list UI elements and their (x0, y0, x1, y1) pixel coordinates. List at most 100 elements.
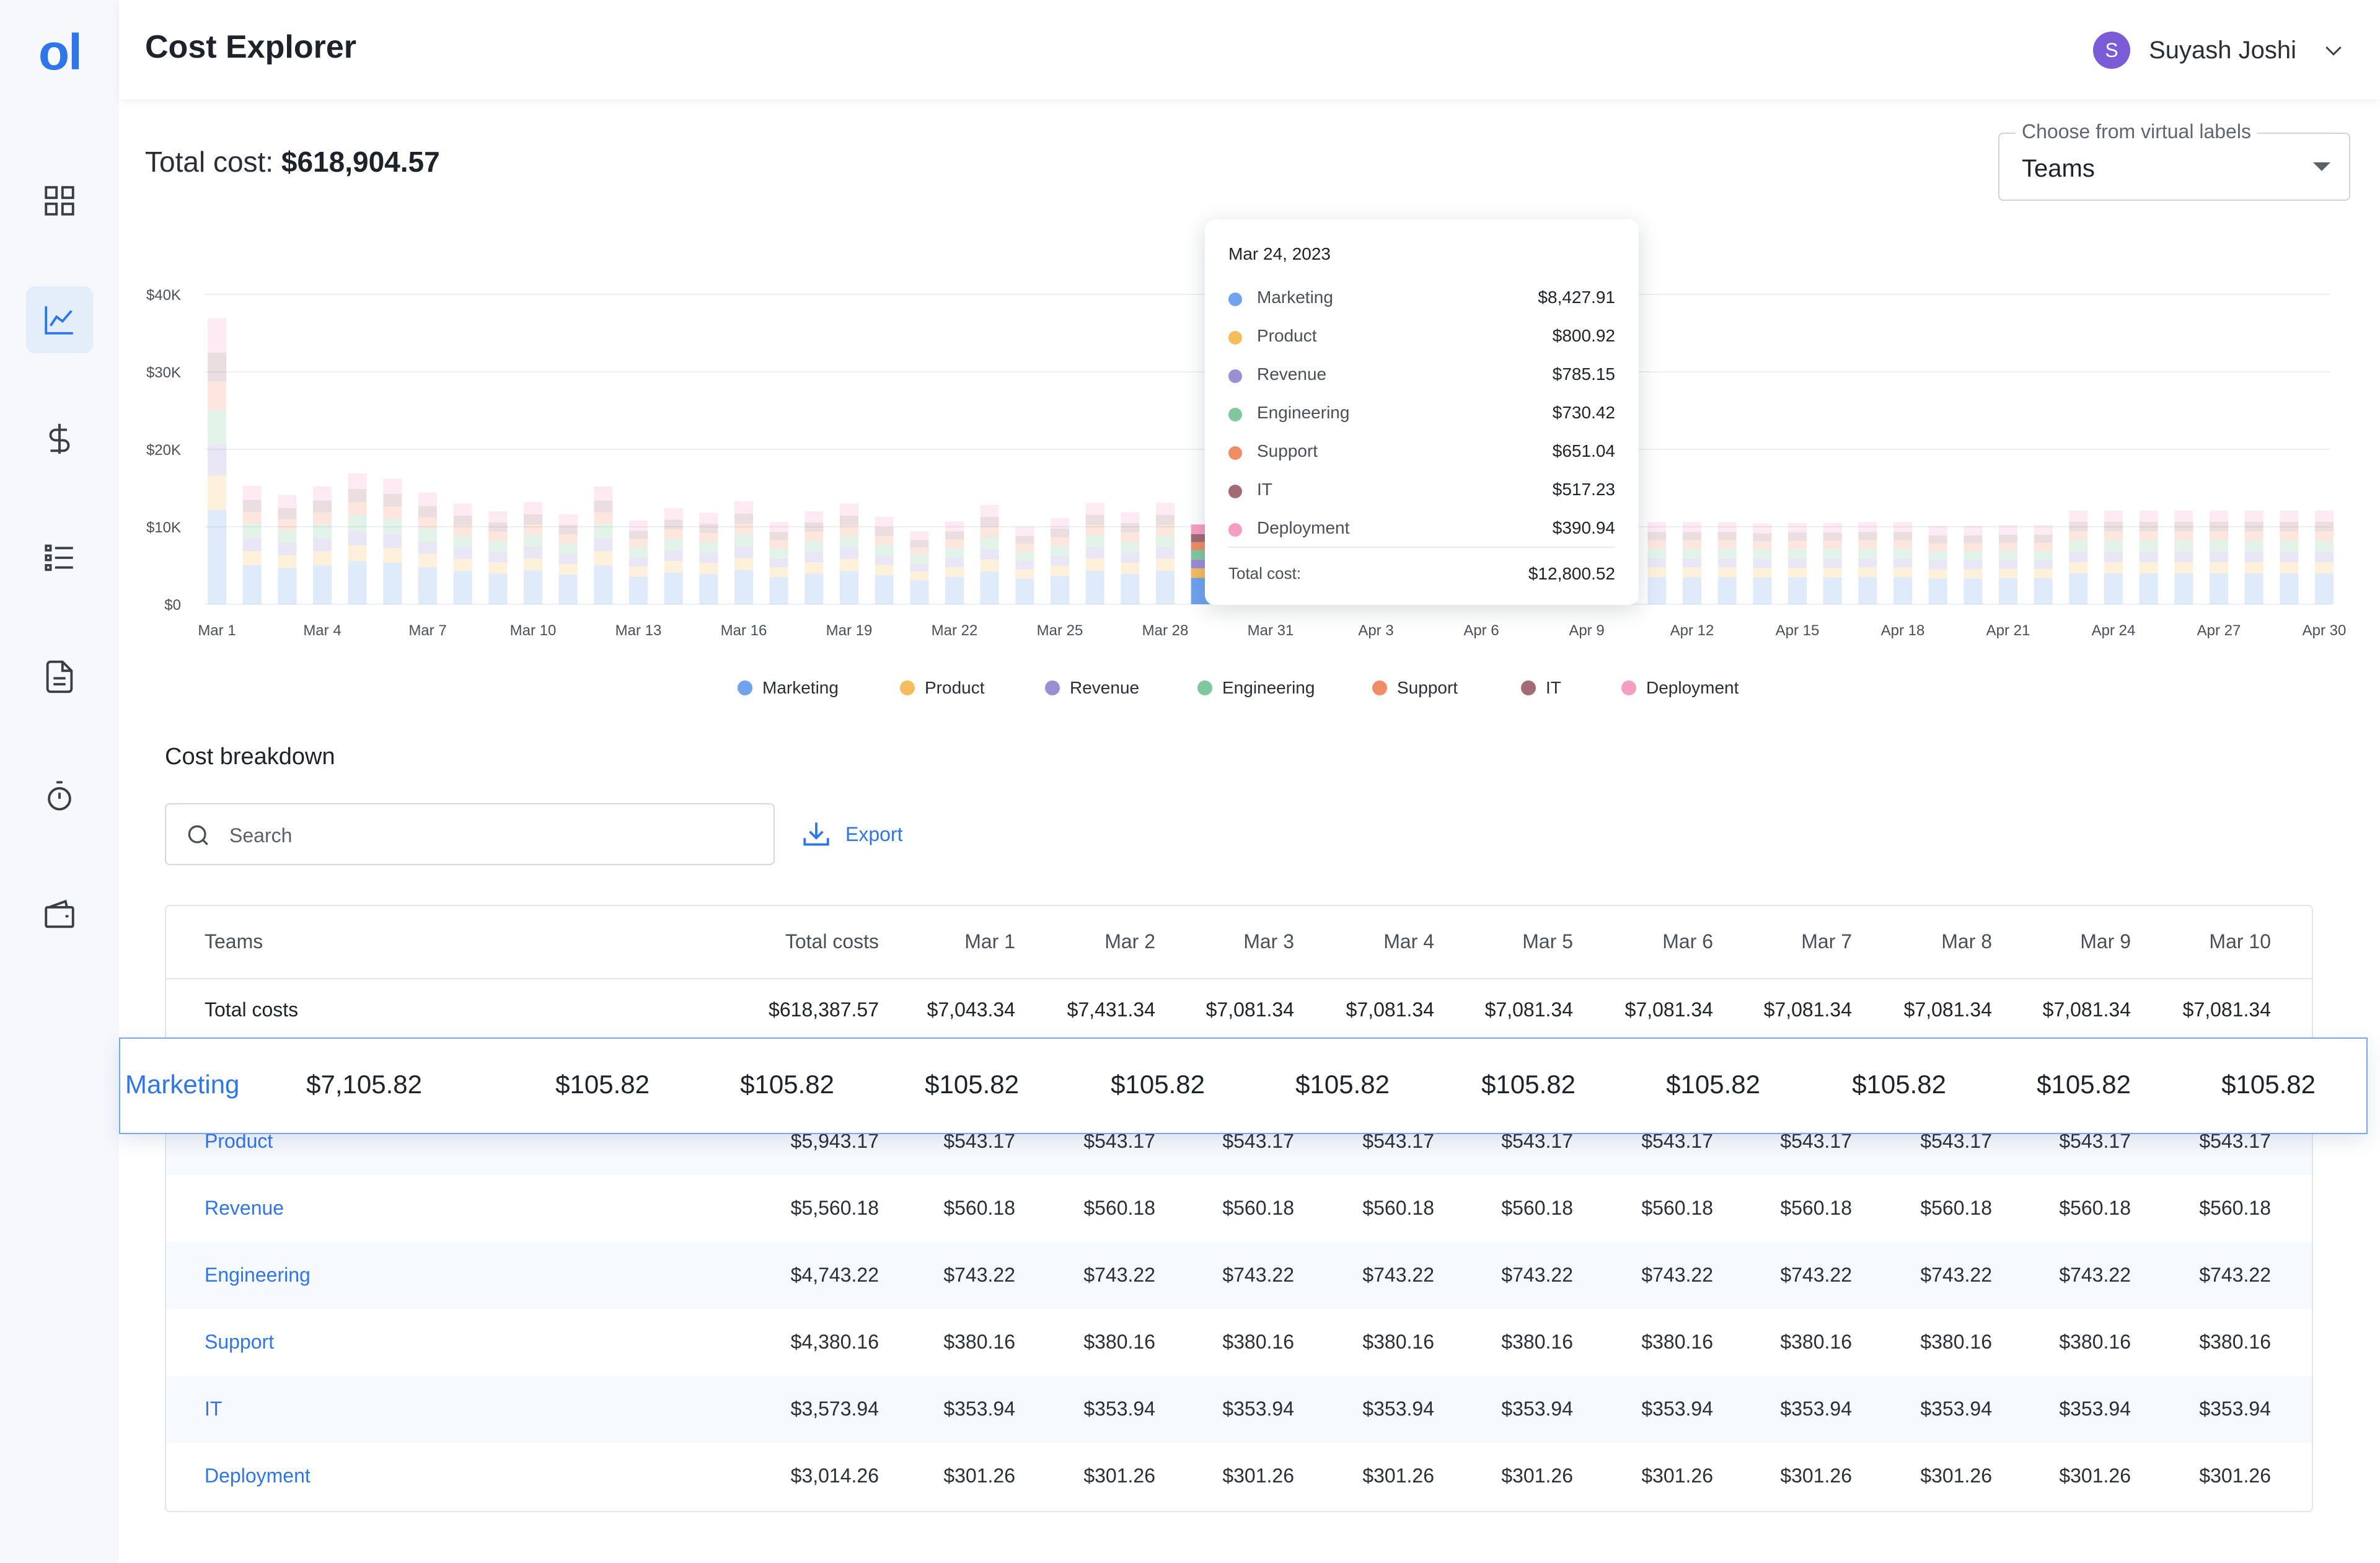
tooltip-series-name: IT (1257, 480, 1272, 499)
bar-segment-support (2139, 531, 2158, 541)
bar-segment-revenue (1121, 552, 1140, 563)
table-row[interactable]: Engineering $4,743.22 $743.22 $743.22 $743.2… (166, 1242, 2312, 1309)
x-tick-label: Mar 25 (1037, 622, 1083, 639)
bar-segment-revenue (558, 553, 578, 564)
bar-segment-deployment (208, 318, 226, 353)
x-tick-label: Apr 30 (2303, 622, 2347, 639)
bar-segment-deployment (2174, 510, 2193, 522)
bar-segment-it (2315, 521, 2334, 532)
team-name-cell[interactable]: Deployment (205, 1464, 311, 1487)
bar-segment-it (383, 493, 402, 507)
bar-segment-marketing (1015, 578, 1034, 604)
legend-dot-icon (1621, 680, 1636, 695)
team-name-cell[interactable]: Support (205, 1331, 274, 1354)
legend-item-support[interactable]: Support (1372, 676, 1458, 700)
cost-cell: $7,081.34 (1903, 998, 1992, 1021)
table-row[interactable]: Support $4,380.16 $380.16 $380.16 $380.16 $38… (166, 1309, 2312, 1376)
bar-segment-revenue (629, 557, 648, 567)
legend-item-engineering[interactable]: Engineering (1197, 676, 1315, 700)
bar-segment-product (945, 566, 964, 577)
bar-segment-revenue (2315, 552, 2334, 562)
bar-segment-engineering (1015, 552, 1034, 561)
bar-segment-engineering (594, 524, 613, 539)
table-row[interactable]: Revenue $5,560.18 $560.18 $560.18 $560.18 $56… (166, 1175, 2312, 1242)
x-tick-label: Apr 9 (1569, 622, 1604, 639)
cost-cell: $618,387.57 (769, 998, 879, 1021)
bar-segment-revenue (875, 555, 894, 565)
bar-segment-product (2174, 561, 2193, 574)
bar-segment-product (488, 562, 508, 574)
bar-segment-marketing (664, 572, 683, 604)
bar-segment-marketing (1963, 578, 1983, 604)
bar-segment-product (1788, 567, 1807, 578)
bar-segment-engineering (488, 541, 508, 552)
bar-segment-product (594, 551, 613, 566)
bar-segment-marketing (804, 573, 824, 604)
legend-item-deployment[interactable]: Deployment (1621, 676, 1739, 700)
team-name-cell[interactable]: IT (205, 1398, 222, 1420)
bar-segment-support (278, 519, 297, 531)
bar-segment-product (1858, 567, 1877, 578)
legend-item-product[interactable]: Product (900, 676, 985, 700)
y-tick-label: $30K (146, 364, 181, 381)
bar-segment-support (1647, 540, 1667, 548)
bar-segment-revenue (313, 538, 332, 552)
bar-segment-deployment (2315, 510, 2334, 522)
bar-segment-deployment (875, 516, 894, 527)
bar-segment-deployment (1647, 522, 1667, 532)
cost-cell: Mar 4 (1383, 930, 1434, 953)
bar-segment-support (453, 526, 472, 536)
tooltip-row: Revenue $785.15 (1228, 362, 1615, 387)
cost-cell: $560.18 (2199, 1197, 2271, 1219)
bar-segment-it (1156, 514, 1175, 526)
table-row-highlighted[interactable]: Marketing $7,105.82 $105.82 $105.82 $105.82 $… (119, 1037, 2368, 1134)
cost-cell: $380.16 (1083, 1331, 1155, 1353)
cost-cell: $301.26 (1780, 1464, 1852, 1487)
table-row[interactable]: Deployment $3,014.26 $301.26 $301.26 $301.26… (166, 1443, 2312, 1510)
bar-segment-revenue (278, 543, 297, 555)
tooltip-series-name: Product (1257, 326, 1317, 345)
team-name-cell[interactable]: Engineering (205, 1264, 311, 1287)
bar-segment-marketing (558, 575, 578, 604)
x-tick-label: Apr 27 (2197, 622, 2241, 639)
wallet-icon (45, 899, 74, 928)
bar-segment-product (664, 561, 683, 573)
bar-segment-revenue (664, 550, 683, 561)
bar-segment-support (313, 512, 332, 524)
bar-segment-product (1683, 567, 1701, 578)
bar-segment-product (1121, 563, 1140, 574)
bar-segment-engineering (383, 519, 402, 534)
search-input[interactable]: Search (165, 803, 775, 865)
bar-segment-marketing (208, 509, 226, 604)
cost-cell: $353.94 (1641, 1398, 1713, 1420)
legend-item-revenue[interactable]: Revenue (1045, 676, 1139, 700)
bar-segment-engineering (945, 548, 964, 558)
bar-segment-it (804, 522, 824, 532)
section-title-cost-breakdown: Cost breakdown (165, 744, 335, 770)
tooltip-row: IT $517.23 (1228, 477, 1615, 502)
bar-segment-deployment (1717, 522, 1737, 532)
legend-dot-icon (1228, 523, 1242, 537)
bar-segment-engineering (348, 515, 367, 531)
bar-segment-marketing (1717, 577, 1737, 604)
bar-segment-product (1015, 569, 1034, 579)
legend-item-it[interactable]: IT (1521, 676, 1561, 700)
bar-segment-product (418, 554, 437, 568)
bar-segment-revenue (1683, 558, 1701, 568)
legend-item-marketing[interactable]: Marketing (738, 676, 839, 700)
y-tick-label: $10K (146, 519, 181, 536)
bar-segment-marketing (2139, 573, 2158, 604)
team-name-cell[interactable]: Marketing (125, 1070, 239, 1099)
bar-segment-support (2104, 531, 2123, 541)
bar-segment-deployment (594, 487, 613, 501)
tooltip-divider (1228, 547, 1615, 548)
sidebar-item-wallet[interactable] (26, 881, 93, 948)
team-name-cell[interactable]: Revenue (205, 1197, 284, 1220)
bar-segment-it (278, 508, 297, 519)
table-row[interactable]: IT $3,573.94 $353.94 $353.94 $353.94 $353.94 $… (166, 1376, 2312, 1443)
cost-cell: $7,081.34 (1484, 998, 1573, 1021)
export-button[interactable]: Export (801, 817, 902, 852)
sidebar-item-timer[interactable] (26, 762, 93, 829)
bar-segment-revenue (2244, 552, 2263, 562)
cost-chart[interactable]: $40K $30K $20K $10K $0 Mar 1 Mar 4 Mar 7 Mar 10 M… (0, 0, 2380, 744)
